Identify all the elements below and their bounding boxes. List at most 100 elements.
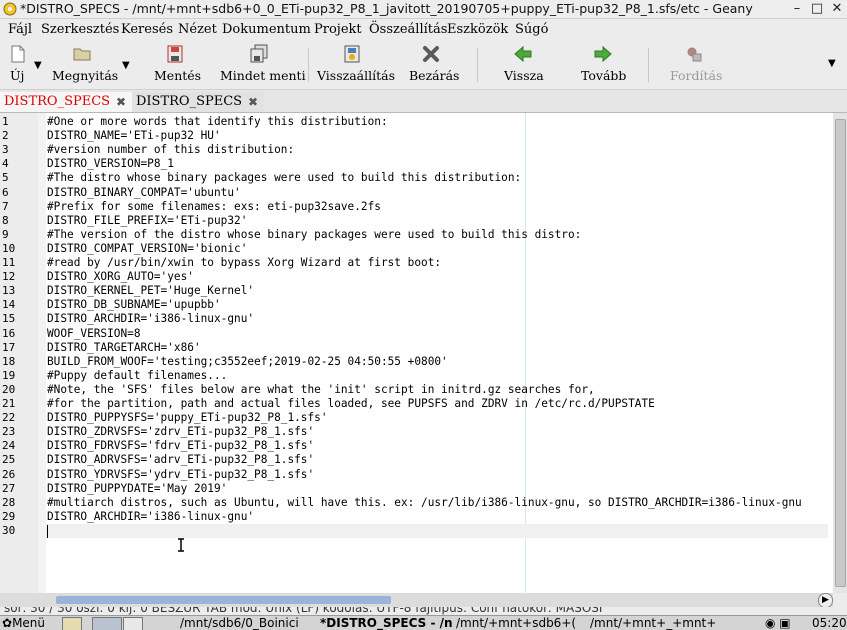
code-line: DISTRO_PUPPYSFS='puppy_ETi-pup32_P8_1.sf… [47, 411, 328, 425]
minimize-button[interactable]: – [787, 0, 807, 18]
menu-help[interactable]: Súgó [515, 22, 548, 37]
menu-document[interactable]: Dokumentum [222, 22, 311, 37]
desktop-2-icon[interactable] [123, 617, 143, 630]
desktop-1-icon[interactable] [92, 617, 122, 630]
menu-tools[interactable]: Eszközök [447, 22, 508, 37]
taskbar-item[interactable]: /mnt/+mnt+sdb6+( [456, 616, 576, 630]
tab-close-icon[interactable]: ✖ [116, 95, 126, 109]
code-line: #multiarch distros, such as Ubuntu, will… [47, 495, 802, 509]
code-line: DISTRO_BINARY_COMPAT='ubuntu' [47, 185, 241, 199]
folder-open-icon [73, 48, 91, 61]
code-line: DISTRO_ARCHDIR='i386-linux-gnu' [47, 312, 255, 326]
tab-distro-specs[interactable]: DISTRO_SPECS ✖ [132, 92, 264, 112]
line-number: 20 [2, 382, 16, 396]
code-line: #for the partition, path and actual file… [47, 397, 655, 410]
compile-button[interactable]: Fordítás [660, 40, 730, 89]
open-dropdown-icon[interactable]: ▼ [122, 60, 130, 71]
line-number: 13 [2, 284, 16, 298]
new-dropdown-icon[interactable]: ▼ [34, 60, 42, 71]
arrow-left-icon [514, 45, 532, 63]
editor-area[interactable]: 1 2 3 4 5 6 7 8 9 10 11 12 13 14 15 16 17 18 19 20 21 22 23 24 2… [0, 113, 833, 593]
line-number: 6 [2, 185, 9, 199]
menu-build[interactable]: Összeállítás [369, 22, 447, 37]
vertical-scrollbar[interactable] [833, 113, 847, 593]
forward-button[interactable]: Tovább [575, 40, 635, 89]
new-button-label: Új [10, 68, 25, 83]
file-manager-icon[interactable] [62, 617, 82, 630]
code-line: DISTRO_VERSION=P8_1 [47, 157, 174, 171]
code-line: DISTRO_NAME='ETi-pup32 HU' [47, 129, 221, 143]
toolbar-separator [308, 48, 309, 82]
taskbar-item-active[interactable]: *DISTRO_SPECS - /n [320, 616, 453, 630]
toolbar-separator [648, 48, 649, 82]
code-line: #Puppy default filenames... [47, 368, 228, 382]
toolbar-overflow-icon[interactable]: ▼ [828, 58, 836, 69]
vertical-scrollbar-thumb[interactable] [835, 119, 846, 587]
taskbar-item[interactable]: /mnt/+mnt+_+mnt+ [590, 616, 716, 630]
line-number: 7 [2, 199, 9, 213]
code-line: DISTRO_KERNEL_PET='Huge_Kernel' [47, 284, 255, 298]
taskbar-item[interactable]: /mnt/sdb6/0_Boinici [180, 616, 299, 630]
menu-search[interactable]: Keresés [121, 22, 173, 37]
line-number: 21 [2, 397, 16, 410]
save-button[interactable]: Mentés [150, 40, 205, 89]
close-window-button[interactable]: ✕ [827, 0, 847, 18]
start-menu-label: Menü [12, 616, 46, 630]
line-number: 10 [2, 241, 16, 255]
compile-icon [687, 47, 702, 62]
code-line: DISTRO_FDRVSFS='fdrv_ETi-pup32_P8_1.sfs' [47, 439, 315, 453]
open-button[interactable]: Megnyitás [50, 40, 120, 89]
code-line: DISTRO_TARGETARCH='x86' [47, 340, 201, 354]
line-number: 19 [2, 368, 16, 382]
tray-icons: ◉ ▣ [765, 616, 791, 630]
menu-edit[interactable]: Szerkesztés [41, 22, 119, 37]
code-line: #Prefix for some filenames: exs: eti-pup… [47, 199, 381, 213]
menu-view[interactable]: Nézet [178, 22, 217, 37]
new-button[interactable]: Új [0, 40, 30, 89]
menu-file[interactable]: Fájl [8, 22, 32, 37]
line-number: 17 [2, 340, 16, 354]
line-number: 2 [2, 129, 9, 143]
line-number: 29 [2, 509, 16, 523]
line-number: 18 [2, 354, 16, 368]
revert-button[interactable]: Visszaállítás [313, 40, 396, 89]
line-number: 12 [2, 270, 16, 284]
code-line: #One or more words that identify this di… [47, 115, 388, 128]
open-button-label: Megnyitás [52, 68, 119, 83]
line-number: 11 [2, 256, 16, 269]
line-number: 16 [2, 326, 16, 340]
start-menu-button[interactable]: ✿Menü [2, 616, 45, 630]
save-icon [167, 45, 183, 63]
menu-project[interactable]: Projekt [314, 22, 362, 37]
horizontal-scrollbar-thumb[interactable] [56, 596, 391, 604]
compile-button-label: Fordítás [670, 68, 723, 83]
menu-bar: Fájl Szerkesztés Keresés Nézet Dokumentu… [0, 19, 847, 40]
code-line: DISTRO_FILE_PREFIX='ETi-pup32' [47, 213, 248, 227]
line-number: 27 [2, 481, 16, 495]
code-line: BUILD_FROM_WOOF='testing;c3552eef;2019-0… [47, 354, 448, 368]
tab-label: DISTRO_SPECS [136, 94, 243, 109]
close-file-button[interactable]: Bezárás [403, 40, 463, 89]
title-bar: *DISTRO_SPECS - /mnt/+mnt+sdb6+0_0_ETi-p… [0, 0, 847, 19]
close-file-button-label: Bezárás [409, 68, 460, 83]
long-line-marker [525, 113, 526, 593]
tab-close-icon[interactable]: ✖ [248, 95, 258, 109]
line-number: 30 [2, 523, 16, 537]
line-number: 22 [2, 411, 16, 425]
mouse-ibeam-cursor-icon [178, 538, 184, 552]
revert-button-label: Visszaállítás [317, 68, 396, 83]
line-number: 5 [2, 171, 9, 185]
maximize-button[interactable]: □ [807, 0, 827, 18]
back-button[interactable]: Vissza [495, 40, 555, 89]
horizontal-scrollbar[interactable]: ▶ [0, 593, 833, 608]
tab-distro-specs-modified[interactable]: DISTRO_SPECS ✖ [0, 92, 132, 112]
line-number: 1 [2, 115, 9, 128]
save-all-button[interactable]: Mindet menti [217, 40, 306, 89]
code-line: #read by /usr/bin/xwin to bypass Xorg Wi… [47, 256, 442, 269]
code-line: DISTRO_ZDRVSFS='zdrv_ETi-pup32_P8_1.sfs' [47, 425, 315, 439]
line-number: 25 [2, 453, 16, 467]
geany-icon [3, 2, 17, 16]
code-line: DISTRO_PUPPYDATE='May 2019' [47, 481, 228, 495]
toolbar-separator [477, 48, 478, 82]
scroll-right-icon[interactable]: ▶ [818, 593, 833, 608]
